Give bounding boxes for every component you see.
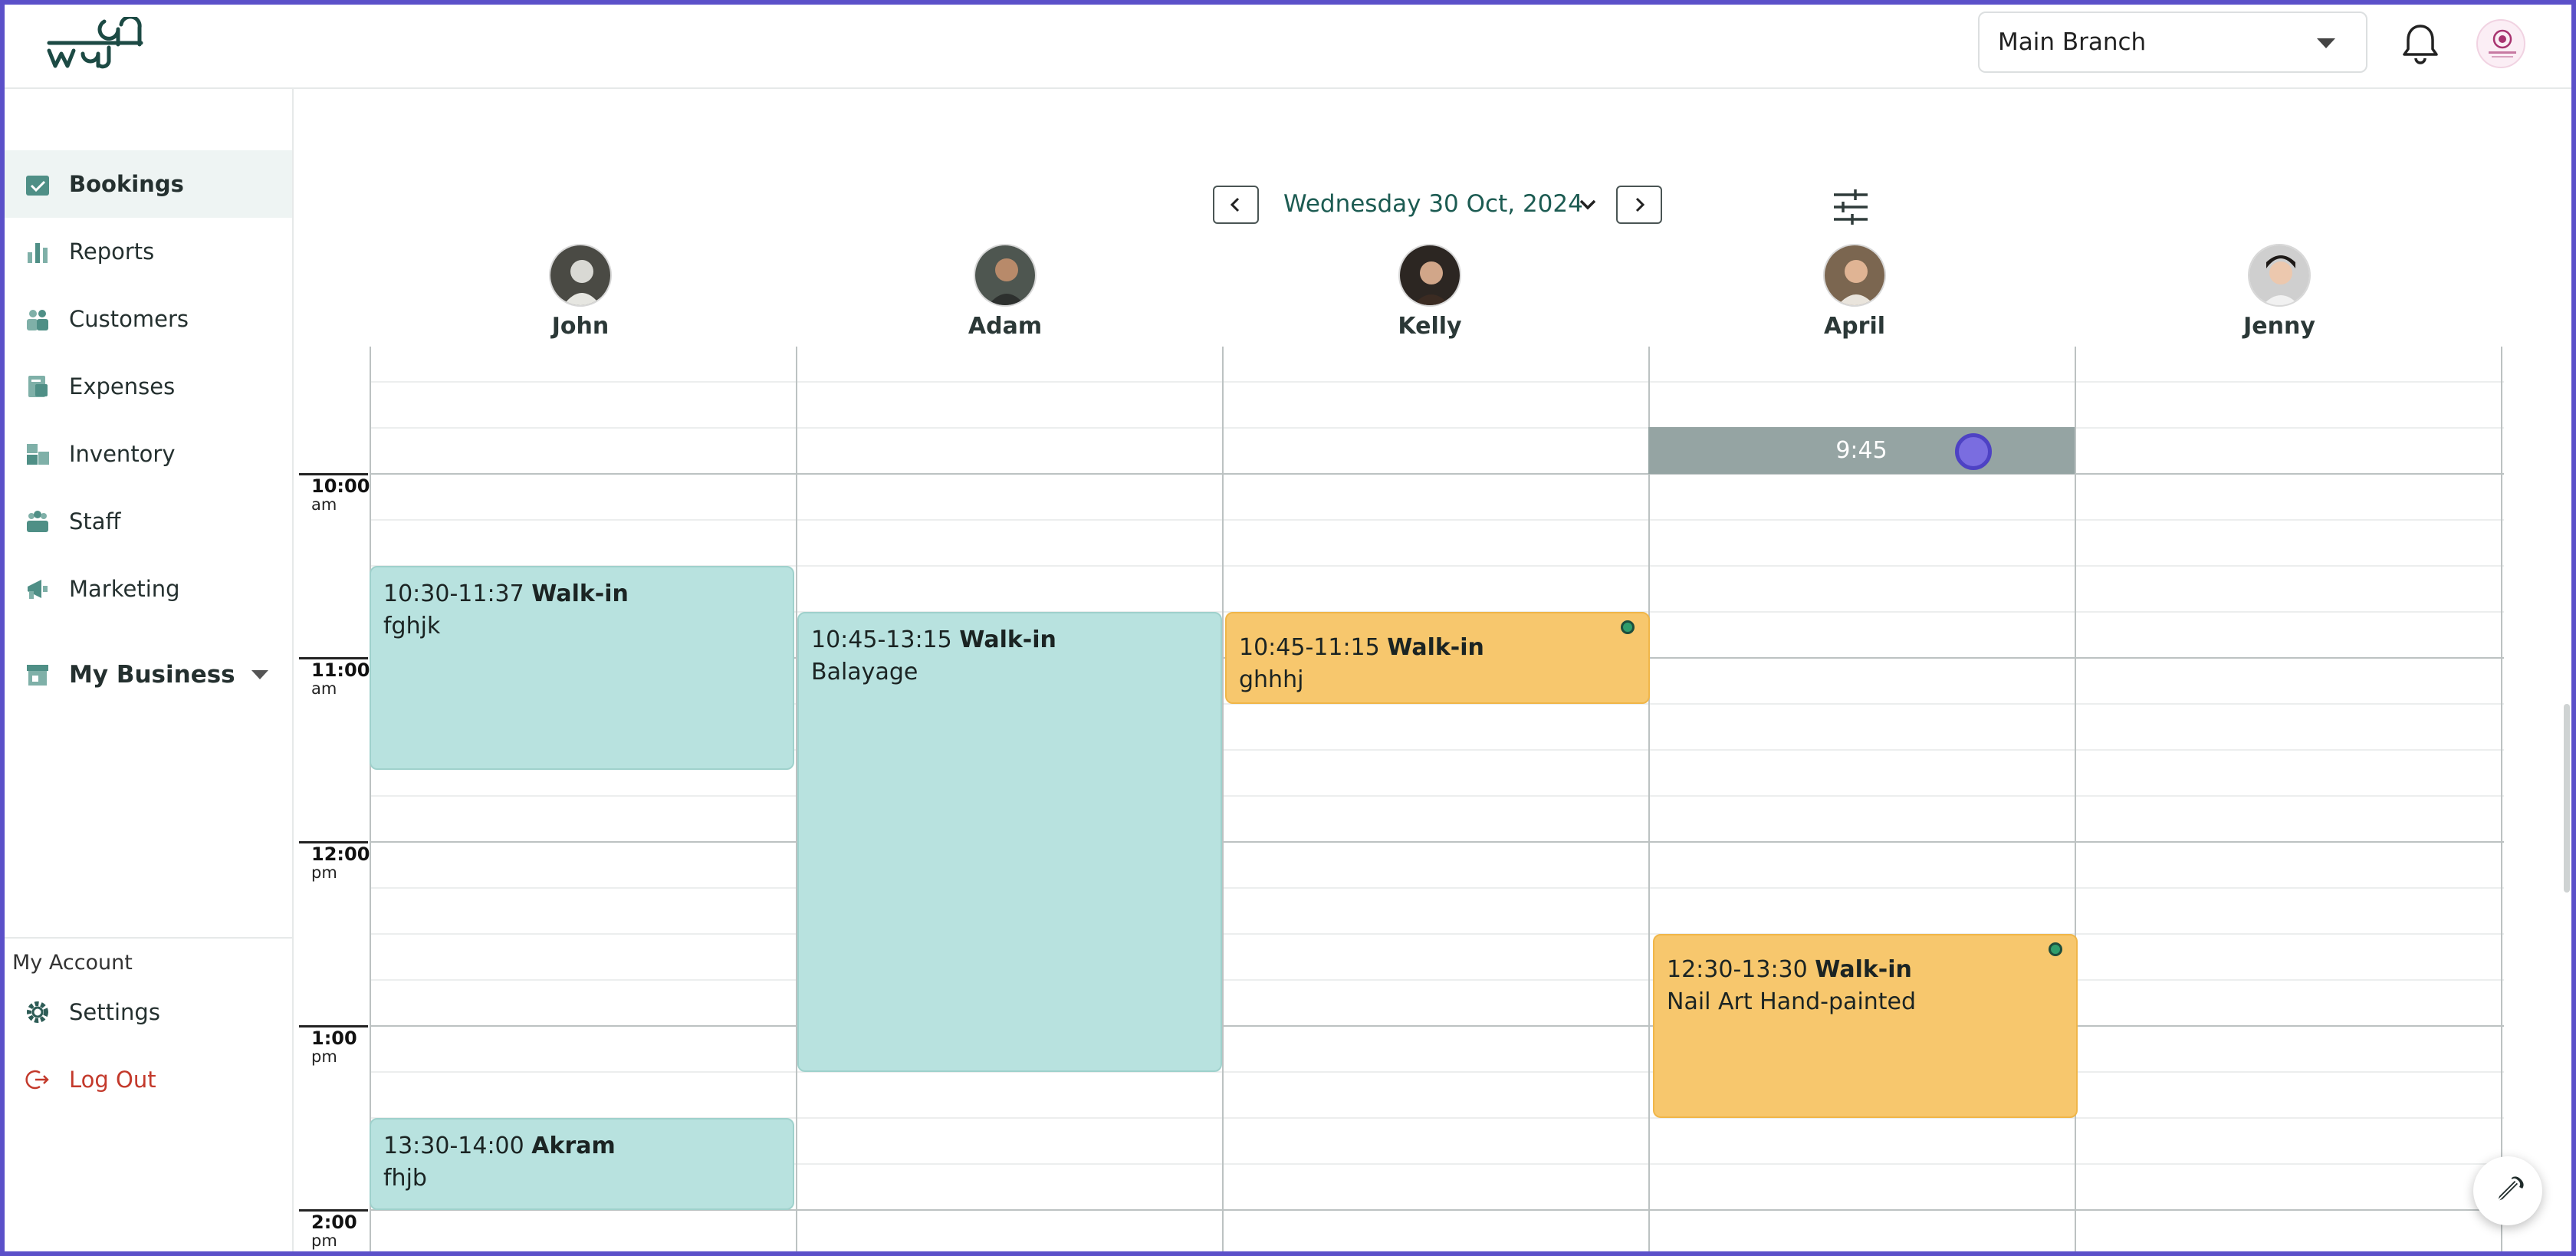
users-icon xyxy=(27,310,48,330)
drag-handle[interactable] xyxy=(1955,433,1992,470)
sidebar-item-label: Marketing xyxy=(69,576,180,602)
sidebar-item-staff[interactable]: Staff xyxy=(0,488,292,555)
time-label: 11:00 am xyxy=(299,657,370,697)
prev-day-button[interactable] xyxy=(1213,186,1259,224)
selected-time-slot[interactable]: 9:45 xyxy=(1648,427,2075,474)
staff-name: Jenny xyxy=(2243,313,2315,340)
branch-label: Main Branch xyxy=(1998,28,2147,56)
booking-event[interactable]: 10:45-13:15 Walk-in Balayage xyxy=(797,612,1222,1072)
staff-column-adam[interactable]: Adam xyxy=(928,244,1082,340)
staff-column-kelly[interactable]: Kelly xyxy=(1353,244,1506,340)
sidebar-item-label: Reports xyxy=(69,238,155,265)
booking-event[interactable]: 12:30-13:30 Walk-in Nail Art Hand-painte… xyxy=(1653,934,2078,1118)
slot-line xyxy=(370,795,2504,797)
sidebar-item-bookings[interactable]: Bookings xyxy=(0,150,292,218)
avatar xyxy=(1398,244,1461,307)
avatar[interactable] xyxy=(2476,19,2525,68)
avatar xyxy=(1823,244,1886,307)
status-dot xyxy=(2049,942,2062,956)
next-day-button[interactable] xyxy=(1616,186,1662,224)
quick-action-button[interactable] xyxy=(2473,1156,2542,1225)
slot-line xyxy=(370,1071,2504,1073)
sidebar-item-marketing[interactable]: Marketing xyxy=(0,555,292,623)
sidebar-item-logout[interactable]: Log Out xyxy=(0,1046,292,1113)
filter-sliders-icon[interactable] xyxy=(1831,187,1871,227)
date-label[interactable]: Wednesday 30 Oct, 2024 xyxy=(1283,190,1583,218)
sidebar-item-label: Inventory xyxy=(69,441,176,467)
slot-line xyxy=(370,381,2504,383)
boxes-icon xyxy=(27,444,49,465)
avatar xyxy=(2248,244,2311,307)
chevron-down-icon xyxy=(251,670,268,679)
sidebar-item-label: My Business xyxy=(69,661,235,689)
avatar xyxy=(549,244,612,307)
bell-icon[interactable] xyxy=(2400,21,2441,64)
staff-name: John xyxy=(551,313,610,340)
sidebar-item-inventory[interactable]: Inventory xyxy=(0,420,292,488)
logout-icon xyxy=(25,1070,49,1090)
chevron-down-icon[interactable] xyxy=(1575,192,1601,218)
bar-chart-icon xyxy=(28,243,48,263)
sidebar-item-label: Customers xyxy=(69,306,189,332)
sidebar-item-customers[interactable]: Customers xyxy=(0,285,292,353)
staff-name: April xyxy=(1823,313,1886,340)
avatar xyxy=(974,244,1037,307)
slot-time: 9:45 xyxy=(1835,437,1888,464)
sidebar-item-settings[interactable]: Settings xyxy=(0,978,292,1046)
sidebar-item-label: Expenses xyxy=(69,373,176,399)
booking-event[interactable]: 13:30-14:00 Akram fhjb xyxy=(370,1118,794,1210)
staff-column-john[interactable]: John xyxy=(504,244,657,340)
salon-logo-icon xyxy=(2489,29,2516,58)
chevron-down-icon xyxy=(2317,38,2335,48)
column-divider xyxy=(2075,347,2076,1256)
staff-column-jenny[interactable]: Jenny xyxy=(2203,244,2356,340)
staff-name: Adam xyxy=(968,313,1043,340)
sidebar: Bookings Reports Customers Expenses Inve… xyxy=(0,89,294,1256)
column-divider xyxy=(1648,347,1650,1256)
booking-event[interactable]: 10:45-11:15 Walk-in ghhhj xyxy=(1225,612,1650,704)
time-label: 2:00 pm xyxy=(299,1209,368,1249)
gear-icon xyxy=(27,1001,48,1023)
sidebar-item-label: Bookings xyxy=(69,171,184,197)
sidebar-item-my-business[interactable]: My Business xyxy=(0,641,292,709)
sidebar-item-label: Settings xyxy=(69,999,160,1025)
sidebar-item-label: Staff xyxy=(69,508,121,534)
account-section-label: My Account xyxy=(12,951,133,975)
receipt-icon xyxy=(28,376,48,397)
top-header: Main Branch xyxy=(0,0,2576,89)
staff-name: Kelly xyxy=(1398,313,1462,340)
sidebar-item-label: Log Out xyxy=(69,1067,156,1093)
column-divider xyxy=(1222,347,1224,1256)
status-dot xyxy=(1621,620,1635,634)
sidebar-item-reports[interactable]: Reports xyxy=(0,218,292,285)
slot-line xyxy=(370,933,2504,935)
branch-select[interactable]: Main Branch xyxy=(1978,12,2367,73)
hour-line xyxy=(370,841,2504,843)
brand-logo xyxy=(47,17,143,69)
slot-line xyxy=(370,427,2504,429)
sidebar-item-expenses[interactable]: Expenses xyxy=(0,353,292,420)
hour-line xyxy=(370,1025,2504,1027)
pen-icon xyxy=(2494,1176,2524,1205)
megaphone-icon xyxy=(28,580,48,599)
staff-icon xyxy=(27,511,48,532)
slot-line xyxy=(370,519,2504,521)
staff-column-april[interactable]: April xyxy=(1778,244,1931,340)
slot-line xyxy=(370,887,2504,889)
time-label: 10:00 am xyxy=(299,473,370,513)
chevron-left-icon xyxy=(1230,197,1240,212)
time-label: 1:00 pm xyxy=(299,1025,368,1065)
hour-line xyxy=(370,473,2504,475)
column-divider xyxy=(2501,347,2502,1256)
calendar-check-icon xyxy=(26,176,49,196)
slot-line xyxy=(370,979,2504,981)
booking-event[interactable]: 10:30-11:37 Walk-in fghjk xyxy=(370,566,794,770)
vertical-scrollbar[interactable] xyxy=(2564,704,2570,893)
chevron-right-icon xyxy=(1635,197,1645,212)
store-icon xyxy=(27,665,48,686)
time-label: 12:00 pm xyxy=(299,841,370,881)
sidebar-divider xyxy=(0,937,292,939)
